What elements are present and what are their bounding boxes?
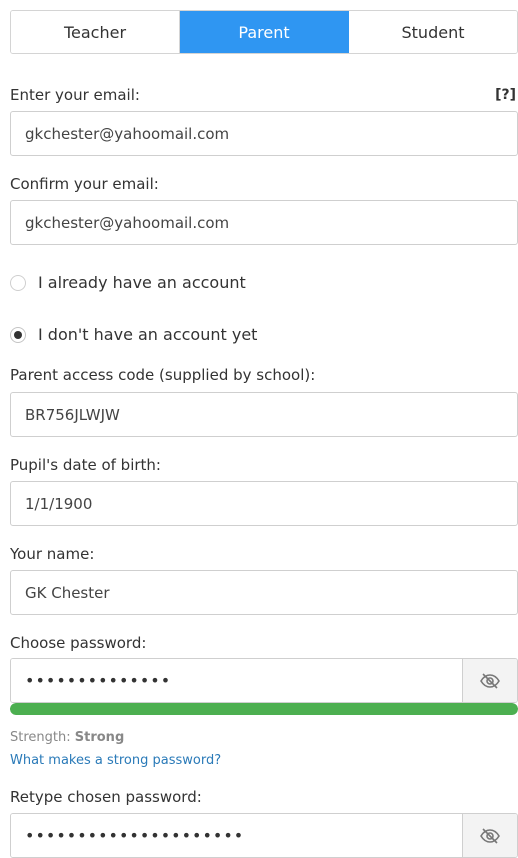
tab-parent[interactable]: Parent [180,11,349,53]
retype-password-field[interactable]: ••••••••••••••••••••• [11,814,462,857]
name-field[interactable]: GK Chester [10,570,518,615]
retype-password-visibility-toggle[interactable] [462,814,517,857]
email-label: Enter your email: [10,86,140,104]
email-value: gkchester@yahoomail.com [25,124,230,143]
password-group: •••••••••••••• [10,658,518,703]
password-label-text: Choose password: [10,634,147,652]
role-tabs: Teacher Parent Student [10,10,518,54]
dob-field[interactable]: 1/1/1900 [10,481,518,526]
password-label: Choose password: [10,633,146,653]
eye-slash-icon [480,672,500,689]
email-help-link[interactable]: [?] [495,85,516,105]
password-strength-fill [10,703,518,715]
radio-have-account-circle[interactable] [10,274,26,291]
name-label-text: Your name: [10,545,95,563]
email-field[interactable]: gkchester@yahoomail.com [10,111,518,156]
confirm-email-field[interactable]: gkchester@yahoomail.com [10,200,518,245]
strength-prefix: Strength: [10,730,71,745]
access-code-label: Parent access code (supplied by school): [10,365,315,385]
dob-value: 1/1/1900 [25,494,93,513]
password-strength-text: Strength: Strong [10,730,124,745]
confirm-email-label-text: Confirm your email: [10,175,159,193]
retype-password-group: ••••••••••••••••••••• [10,813,518,858]
password-strength-bar [10,703,518,715]
access-code-field[interactable]: BR756JLWJW [10,392,518,437]
radio-no-account-circle[interactable] [10,326,26,343]
radio-have-account[interactable]: I already have an account [10,273,246,292]
retype-password-value: ••••••••••••••••••••• [25,826,245,845]
strength-value: Strong [74,730,125,745]
name-label: Your name: [10,544,94,564]
retype-password-label-text: Retype chosen password: [10,788,202,806]
password-visibility-toggle[interactable] [462,659,517,702]
access-code-value: BR756JLWJW [25,405,120,424]
radio-no-account-label: I don't have an account yet [38,325,258,344]
eye-slash-icon [480,827,500,844]
strong-password-help-link[interactable]: What makes a strong password? [10,753,221,768]
retype-password-label: Retype chosen password: [10,787,202,807]
dob-label-text: Pupil's date of birth: [10,456,161,474]
tab-student[interactable]: Student [349,11,517,53]
password-value: •••••••••••••• [25,671,172,690]
name-value: GK Chester [25,583,110,602]
dob-label: Pupil's date of birth: [10,455,161,475]
email-label-row: Enter your email: [?] [10,85,518,105]
access-code-label-text: Parent access code (supplied by school): [10,366,316,384]
password-field[interactable]: •••••••••••••• [11,659,462,702]
confirm-email-label: Confirm your email: [10,174,159,194]
tab-teacher[interactable]: Teacher [11,11,180,53]
radio-no-account[interactable]: I don't have an account yet [10,325,257,344]
radio-have-account-label: I already have an account [38,273,246,292]
confirm-email-value: gkchester@yahoomail.com [25,213,230,232]
